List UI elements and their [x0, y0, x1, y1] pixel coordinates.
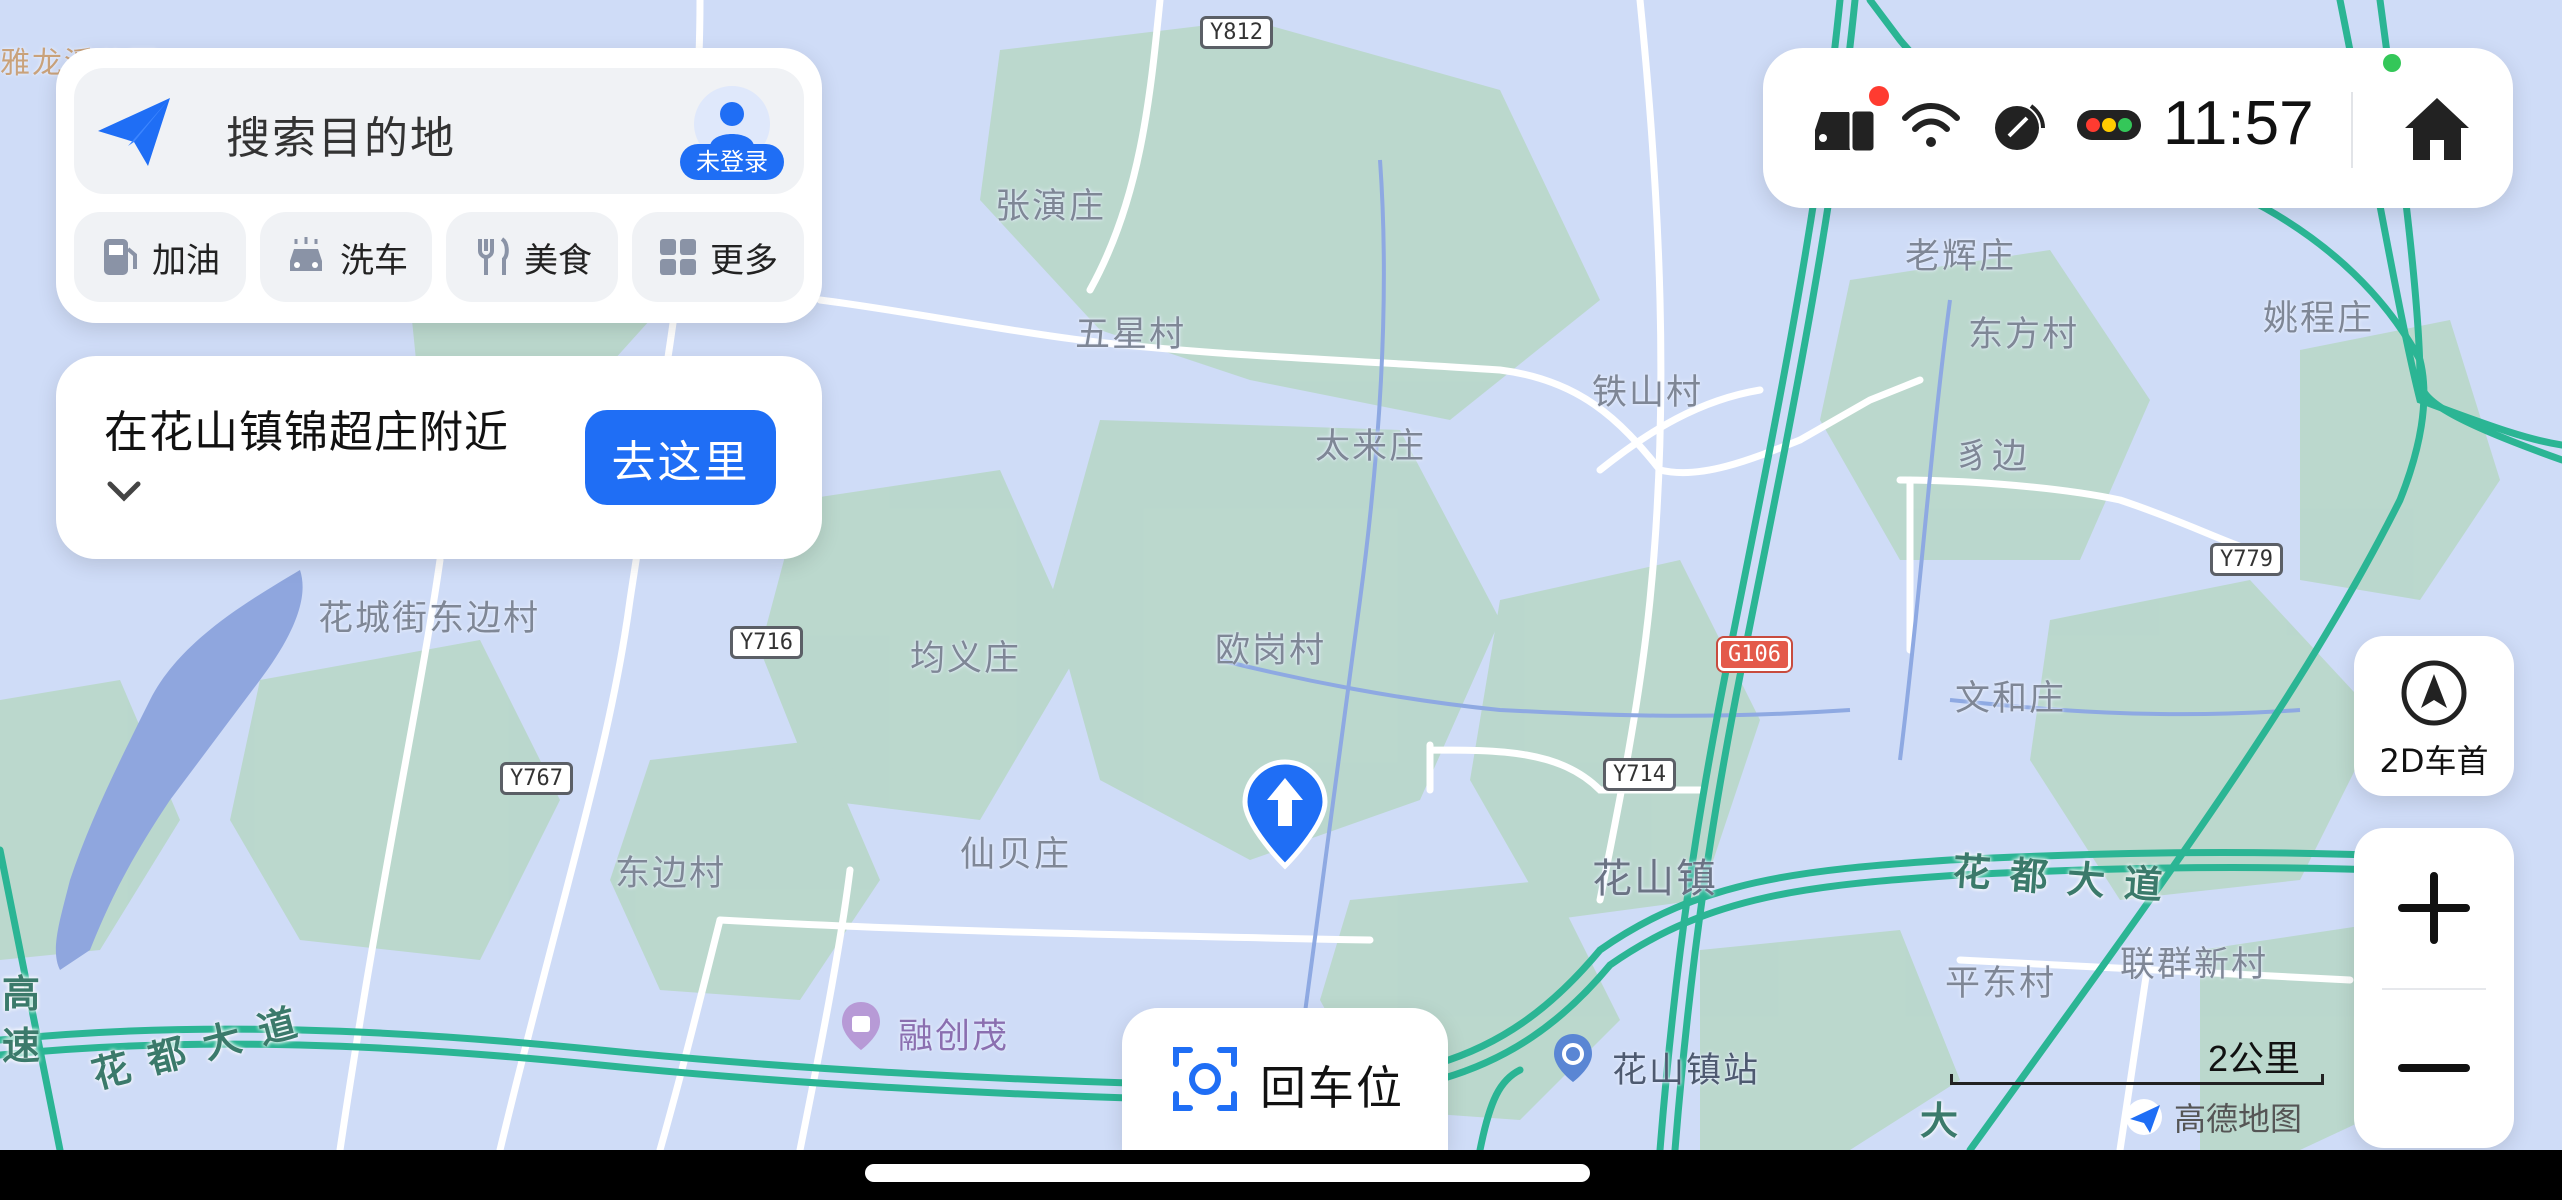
chevron-down-icon[interactable]	[104, 476, 144, 506]
view-mode-label: 2D车首	[2379, 742, 2489, 780]
home-icon[interactable]	[2397, 88, 2477, 168]
amap-logo-icon	[2126, 1099, 2162, 1135]
home-indicator[interactable]	[865, 1164, 1590, 1182]
quick-action-gas[interactable]: 加油	[74, 212, 246, 302]
quick-action-label: 洗车	[340, 240, 408, 281]
map-place-label[interactable]: 花山镇	[1592, 846, 1718, 904]
map-place-label[interactable]: 老辉庄	[1905, 228, 2016, 279]
map-place-label[interactable]: 花山镇站	[1612, 1042, 1760, 1093]
brand-logo: 高德地图	[2124, 1094, 2302, 1140]
zoom-in-button[interactable]	[2354, 828, 2514, 988]
current-position-arrow-icon[interactable]	[1237, 756, 1333, 872]
map-place-label[interactable]: 文和庄	[1955, 670, 2066, 721]
traffic-light-icon[interactable]	[2075, 106, 2145, 146]
fork-knife-icon	[478, 237, 509, 275]
road-name-label: 高 速	[2, 972, 44, 1068]
location-text: 在花山镇锦超庄附近	[104, 407, 509, 458]
recenter-button[interactable]: 回车位	[1122, 1008, 1448, 1150]
road-shield: G106	[1718, 638, 1791, 671]
send-navigation-icon	[98, 98, 170, 166]
map-place-label[interactable]: 东方村	[1968, 306, 2079, 357]
signal-icon[interactable]	[1989, 96, 2049, 156]
view-mode-button[interactable]: 2D车首	[2354, 636, 2514, 796]
go-here-button[interactable]: 去这里	[585, 410, 776, 505]
car-wash-icon	[290, 237, 322, 271]
zoom-out-button[interactable]	[2354, 990, 2514, 1148]
login-status-badge[interactable]: 未登录	[680, 144, 784, 180]
map-place-label[interactable]: 平东村	[1945, 955, 2056, 1006]
gas-station-icon	[104, 239, 137, 275]
metro-station-icon[interactable]	[1550, 1030, 1596, 1086]
plus-icon	[2398, 872, 2470, 944]
recenter-label: 回车位	[1260, 1061, 1404, 1115]
search-bar[interactable]: 搜索目的地 未登录	[74, 68, 804, 194]
status-divider	[2351, 92, 2353, 168]
shopping-poi-icon[interactable]	[838, 998, 884, 1054]
road-shield: Y779	[2210, 543, 2283, 576]
map-place-label[interactable]: 联群新村	[2120, 936, 2268, 987]
minus-icon	[2398, 1064, 2470, 1072]
quick-action-label: 更多	[710, 240, 778, 281]
user-avatar[interactable]: 未登录	[680, 84, 784, 180]
map-place-label[interactable]: 太来庄	[1315, 418, 1426, 469]
wifi-icon[interactable]	[1901, 96, 1961, 156]
road-shield: Y767	[500, 762, 573, 795]
active-indicator-dot	[2383, 54, 2401, 72]
quick-action-label: 加油	[152, 240, 220, 281]
scale-bar	[1950, 1074, 2324, 1085]
map-place-label[interactable]: 均义庄	[910, 630, 1021, 681]
road-shield: Y714	[1603, 758, 1676, 791]
zoom-controls	[2354, 828, 2514, 1148]
search-input[interactable]: 搜索目的地	[226, 102, 456, 166]
notification-dot	[1869, 86, 1889, 106]
locate-icon	[1173, 1047, 1237, 1111]
grid-icon	[660, 239, 696, 275]
quick-action-car-wash[interactable]: 洗车	[260, 212, 432, 302]
quick-action-food[interactable]: 美食	[446, 212, 618, 302]
road-shield: Y716	[730, 626, 803, 659]
clock-time: 11:57	[2163, 89, 2314, 158]
road-shield: Y812	[1200, 16, 1273, 49]
map-place-label[interactable]: 豸边	[1955, 428, 2029, 479]
map-place-label[interactable]: 铁山村	[1592, 364, 1703, 415]
map-place-label[interactable]: 五星村	[1075, 306, 1186, 357]
map-place-label[interactable]: 东边村	[615, 845, 726, 896]
status-bar: 11:57	[1763, 48, 2513, 208]
quick-action-label: 美食	[524, 240, 592, 281]
map-place-label[interactable]: 张演庄	[995, 178, 1106, 229]
compass-icon	[2401, 660, 2467, 726]
map-place-label[interactable]: 仙贝庄	[960, 826, 1071, 877]
map-place-label[interactable]: 融创茂	[898, 1008, 1009, 1059]
road-name-label: 大	[1920, 1099, 1962, 1143]
quick-action-more[interactable]: 更多	[632, 212, 804, 302]
map-place-label[interactable]: 花城街东边村	[318, 590, 540, 641]
map-place-label[interactable]: 欧岗村	[1215, 622, 1326, 673]
map-place-label[interactable]: 姚程庄	[2263, 290, 2374, 341]
brand-name: 高德地图	[2174, 1100, 2303, 1138]
